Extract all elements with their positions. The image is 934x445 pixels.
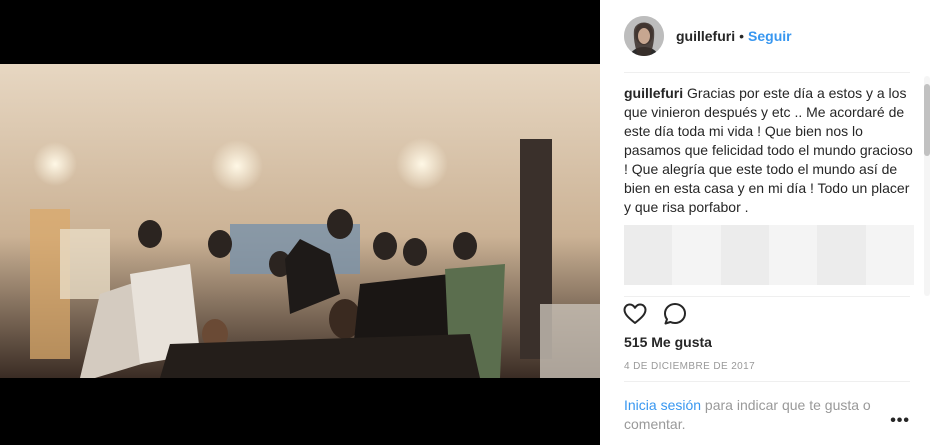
heart-icon bbox=[623, 303, 647, 324]
action-bar bbox=[622, 300, 688, 328]
post-panel: guillefuri • Seguir guillefuri Gracias p… bbox=[600, 0, 934, 445]
avatar[interactable] bbox=[624, 16, 664, 56]
actions-divider bbox=[624, 296, 910, 297]
comments-scrollbar[interactable] bbox=[924, 76, 930, 296]
post-date[interactable]: 4 DE DICIEMBRE DE 2017 bbox=[624, 361, 755, 372]
caption-username[interactable]: guillefuri bbox=[624, 85, 683, 101]
login-prompt: Inicia sesión para indicar que te gusta … bbox=[624, 396, 894, 434]
post-photo[interactable] bbox=[0, 64, 600, 378]
more-options-button[interactable]: ••• bbox=[890, 412, 910, 430]
header-divider bbox=[624, 72, 910, 73]
comment-button[interactable] bbox=[662, 301, 688, 327]
scrollbar-thumb[interactable] bbox=[924, 84, 930, 156]
profile-photo-icon bbox=[624, 16, 664, 56]
footer-divider bbox=[624, 381, 910, 382]
like-button[interactable] bbox=[622, 301, 648, 327]
comments-area[interactable]: guillefuri Gracias por este día a estos … bbox=[624, 84, 914, 296]
caption: guillefuri Gracias por este día a estos … bbox=[624, 84, 914, 217]
separator-dot: • bbox=[739, 28, 745, 44]
post-header: guillefuri • Seguir bbox=[600, 0, 934, 72]
comment-bubble-icon bbox=[664, 303, 686, 325]
login-link[interactable]: Inicia sesión bbox=[624, 397, 701, 413]
likes-count[interactable]: 515 Me gusta bbox=[624, 334, 712, 350]
ellipsis-icon: ••• bbox=[890, 412, 910, 429]
group-photo-image bbox=[0, 64, 600, 378]
caption-text: Gracias por este día a estos y a los que… bbox=[624, 85, 913, 215]
post-media bbox=[0, 0, 600, 445]
username-link[interactable]: guillefuri bbox=[676, 28, 735, 44]
follow-button[interactable]: Seguir bbox=[748, 28, 792, 44]
blurred-comments bbox=[624, 225, 914, 285]
